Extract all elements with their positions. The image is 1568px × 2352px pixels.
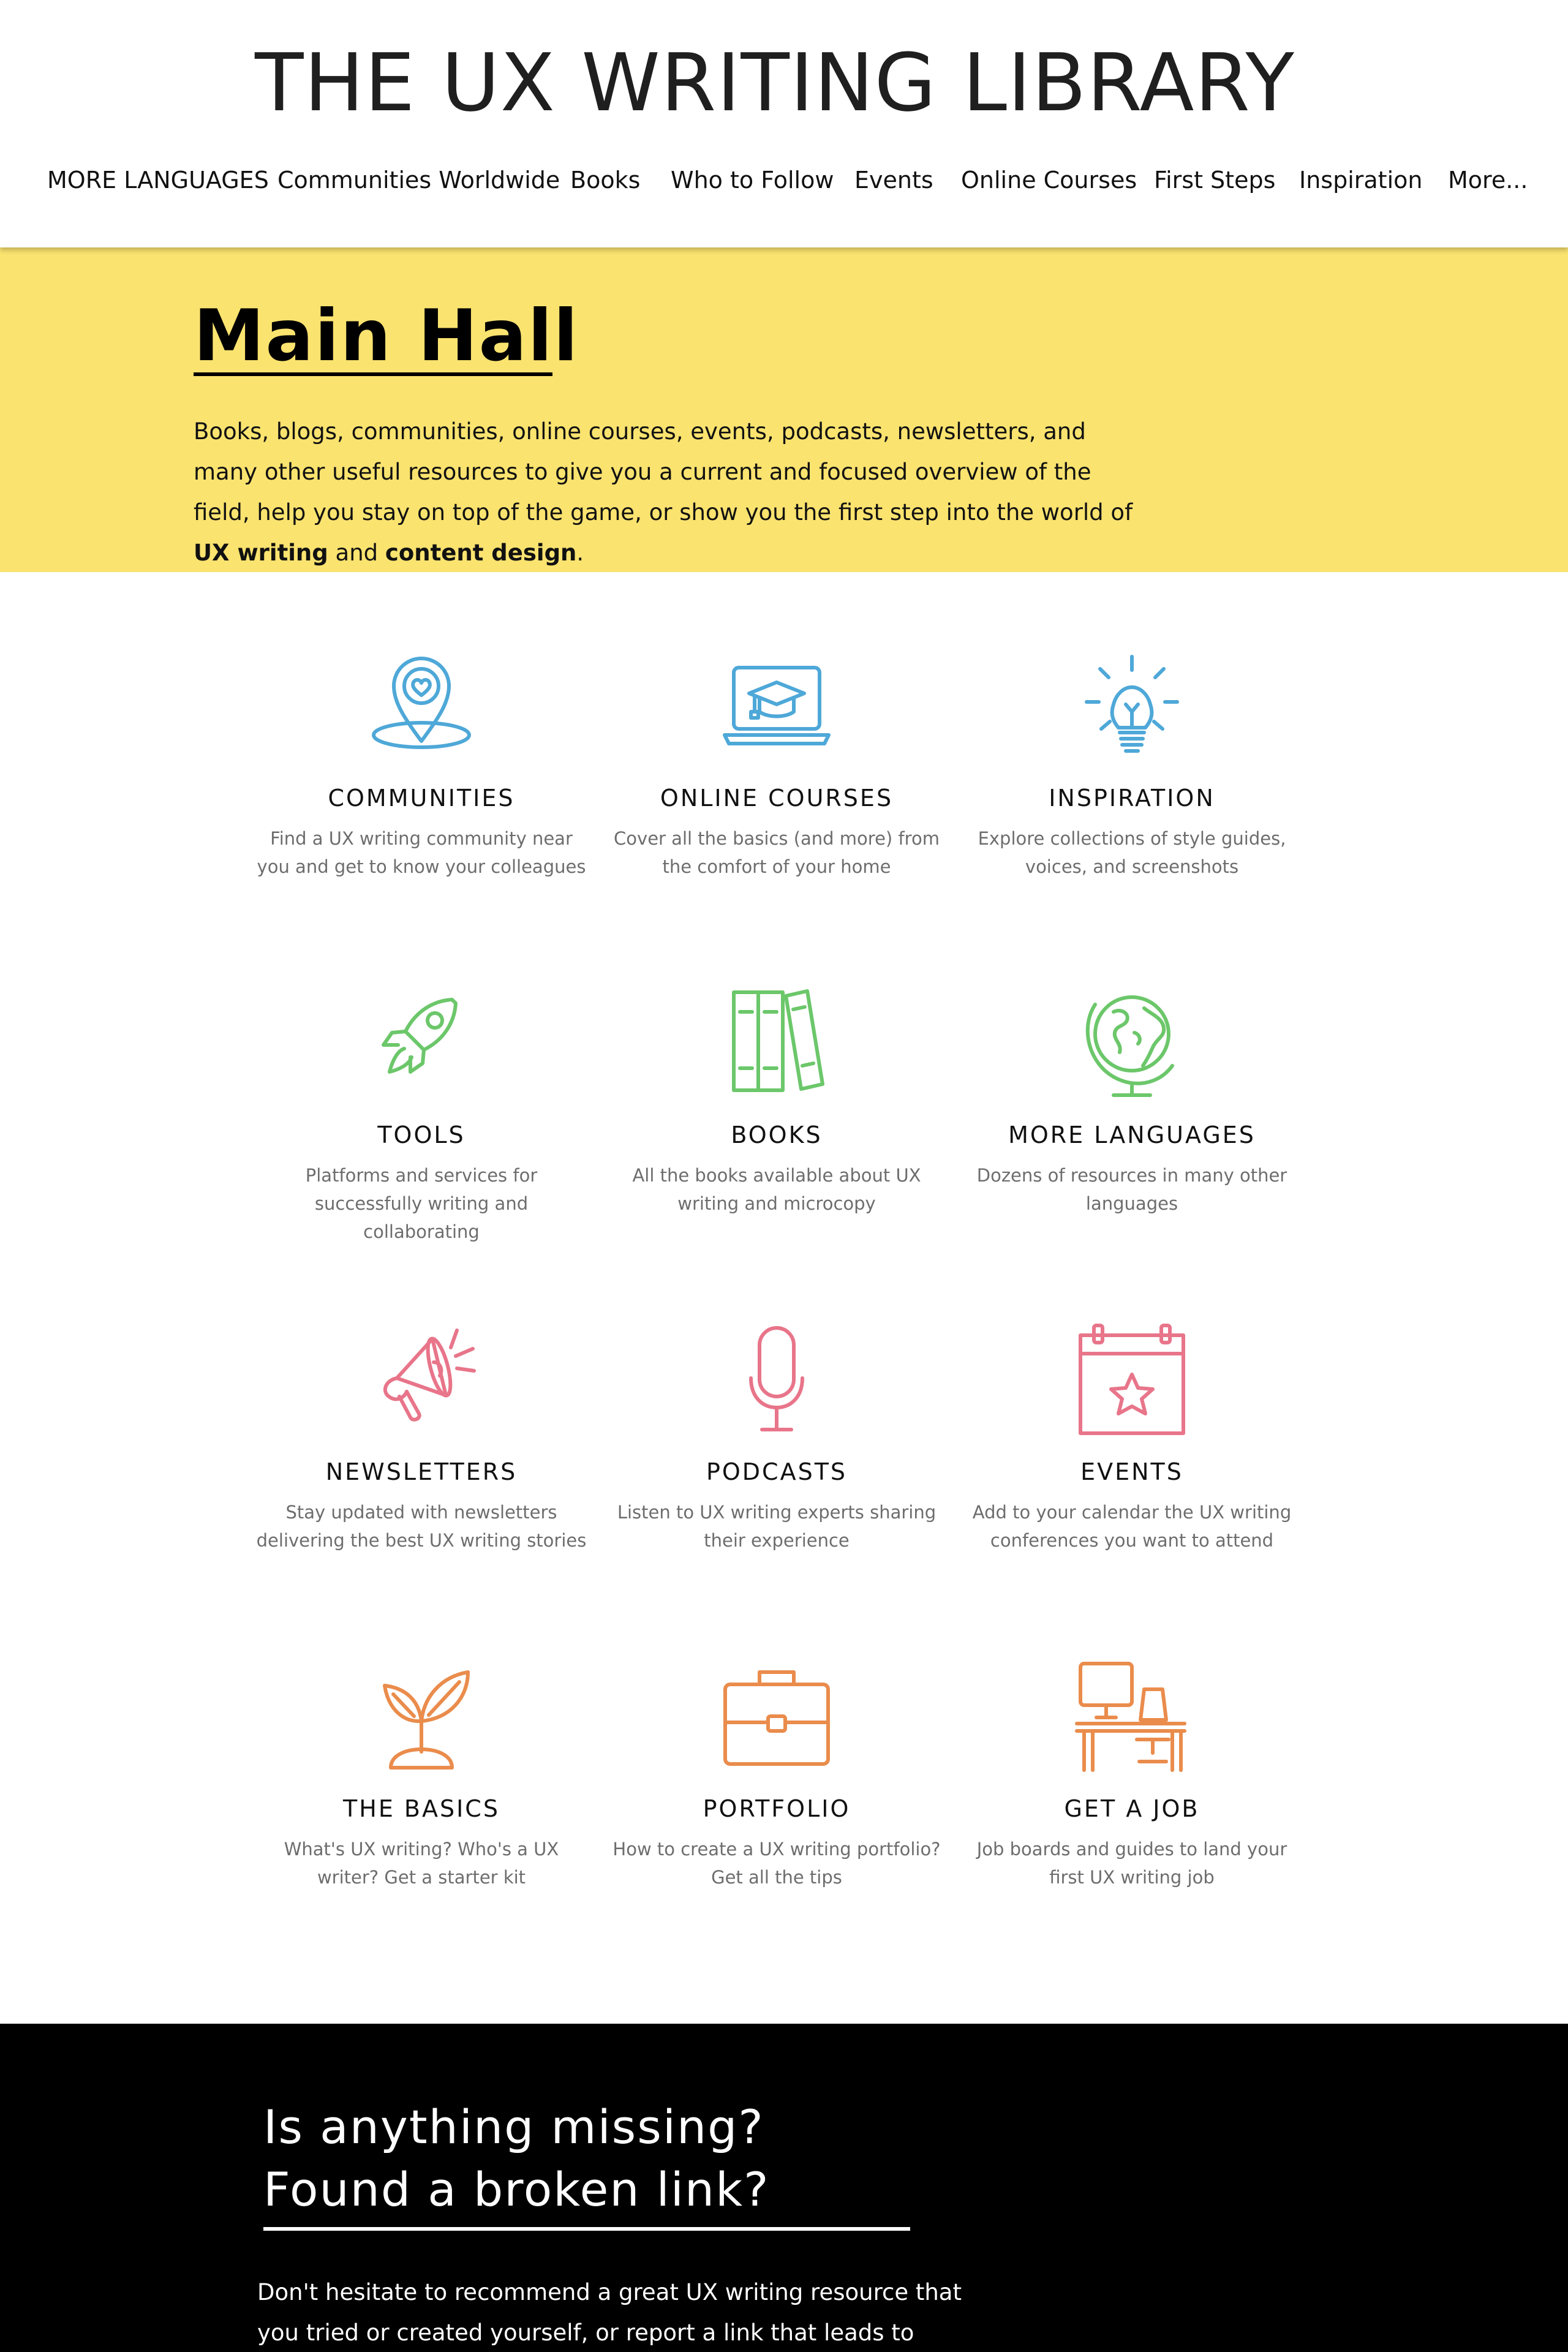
card-title: GET A JOB	[1064, 1795, 1200, 1822]
card-title: TOOLS	[377, 1121, 466, 1148]
card-title: EVENTS	[1080, 1458, 1183, 1485]
sprout-icon	[256, 1654, 587, 1776]
feedback-title-line: Found a broken link?	[263, 2162, 770, 2217]
card-description: How to create a UX writing portfolio? Ge…	[612, 1839, 941, 1888]
card-description: All the books available about UX writing…	[632, 1165, 921, 1214]
megaphone-icon	[256, 1317, 587, 1439]
lightbulb-icon	[967, 643, 1297, 766]
nav-item-who-to-follow[interactable]: Who to Follow	[671, 158, 834, 202]
card-title: THE BASICS	[343, 1795, 500, 1822]
laptop-graduation-cap-icon	[611, 643, 942, 766]
nav-item-online-courses[interactable]: Online Courses	[961, 158, 1137, 202]
desk-icon	[967, 1654, 1297, 1776]
microphone-icon	[611, 1317, 942, 1439]
globe-icon	[967, 980, 1297, 1102]
card-description: Explore collections of style guides, voi…	[978, 828, 1286, 877]
page-title: Main Hall	[194, 295, 579, 377]
card-title: INSPIRATION	[1049, 785, 1215, 812]
card-title: MORE LANGUAGES	[1008, 1121, 1256, 1148]
card-description: Listen to UX writing experts sharing the…	[617, 1502, 937, 1551]
hero-description: Books, blogs, communities, online course…	[194, 412, 1149, 573]
map-pin-heart-icon	[256, 643, 587, 766]
site-header: THE UX WRITING LIBRARY MORE LANGUAGES Co…	[0, 0, 1568, 247]
feedback-text: Don't hesitate to recommend a great UX w…	[257, 2279, 962, 2346]
card-title: NEWSLETTERS	[325, 1458, 518, 1485]
feedback-title-line: Is anything missing?	[263, 2100, 764, 2154]
ux-writing-link[interactable]: UX writing	[194, 540, 328, 566]
title-underline	[194, 372, 552, 376]
card-title: PORTFOLIO	[703, 1795, 851, 1822]
card-title: ONLINE COURSES	[660, 785, 894, 812]
hero-section: Main Hall Books, blogs, communities, onl…	[0, 247, 1568, 572]
nav-item-books[interactable]: Books	[570, 158, 640, 202]
calendar-star-icon	[967, 1317, 1297, 1439]
card-title: BOOKS	[731, 1121, 823, 1148]
main-nav: MORE LANGUAGES Communities Worldwide Boo…	[0, 158, 1568, 202]
nav-item-first-steps[interactable]: First Steps	[1154, 158, 1275, 202]
card-title: PODCASTS	[706, 1458, 848, 1485]
rocket-icon	[256, 980, 587, 1102]
books-icon	[611, 980, 942, 1102]
card-description: Job boards and guides to land your first…	[976, 1839, 1287, 1888]
feedback-section: Is anything missing? Found a broken link…	[0, 2024, 1568, 2352]
card-description: Stay updated with newsletters delivering…	[256, 1502, 587, 1551]
nav-item-more[interactable]: More...	[1448, 158, 1528, 202]
nav-item-communities-worldwide[interactable]: Communities Worldwide	[277, 158, 560, 202]
nav-item-more-languages[interactable]: MORE LANGUAGES	[47, 158, 269, 202]
hero-text-part: .	[576, 540, 584, 566]
nav-item-events[interactable]: Events	[854, 158, 933, 202]
hero-text-part: Books, blogs, communities, online course…	[194, 418, 1133, 526]
card-title: COMMUNITIES	[328, 785, 515, 812]
card-description: Cover all the basics (and more) from the…	[614, 828, 940, 877]
site-title[interactable]: THE UX WRITING LIBRARY	[0, 31, 1550, 135]
card-description: Dozens of resources in many other langua…	[976, 1165, 1287, 1214]
content-design-link[interactable]: content design	[385, 540, 577, 566]
card-description: Add to your calendar the UX writing conf…	[972, 1502, 1292, 1551]
feedback-title: Is anything missing? Found a broken link…	[263, 2096, 998, 2221]
card-description: Find a UX writing community near you and…	[257, 828, 586, 877]
card-description: Platforms and services for successfully …	[305, 1165, 538, 1242]
nav-item-inspiration[interactable]: Inspiration	[1299, 158, 1422, 202]
card-description: What's UX writing? Who's a UX writer? Ge…	[284, 1839, 559, 1888]
feedback-title-underline	[263, 2227, 910, 2231]
hero-text-part: and	[328, 540, 385, 566]
briefcase-icon	[611, 1654, 942, 1776]
